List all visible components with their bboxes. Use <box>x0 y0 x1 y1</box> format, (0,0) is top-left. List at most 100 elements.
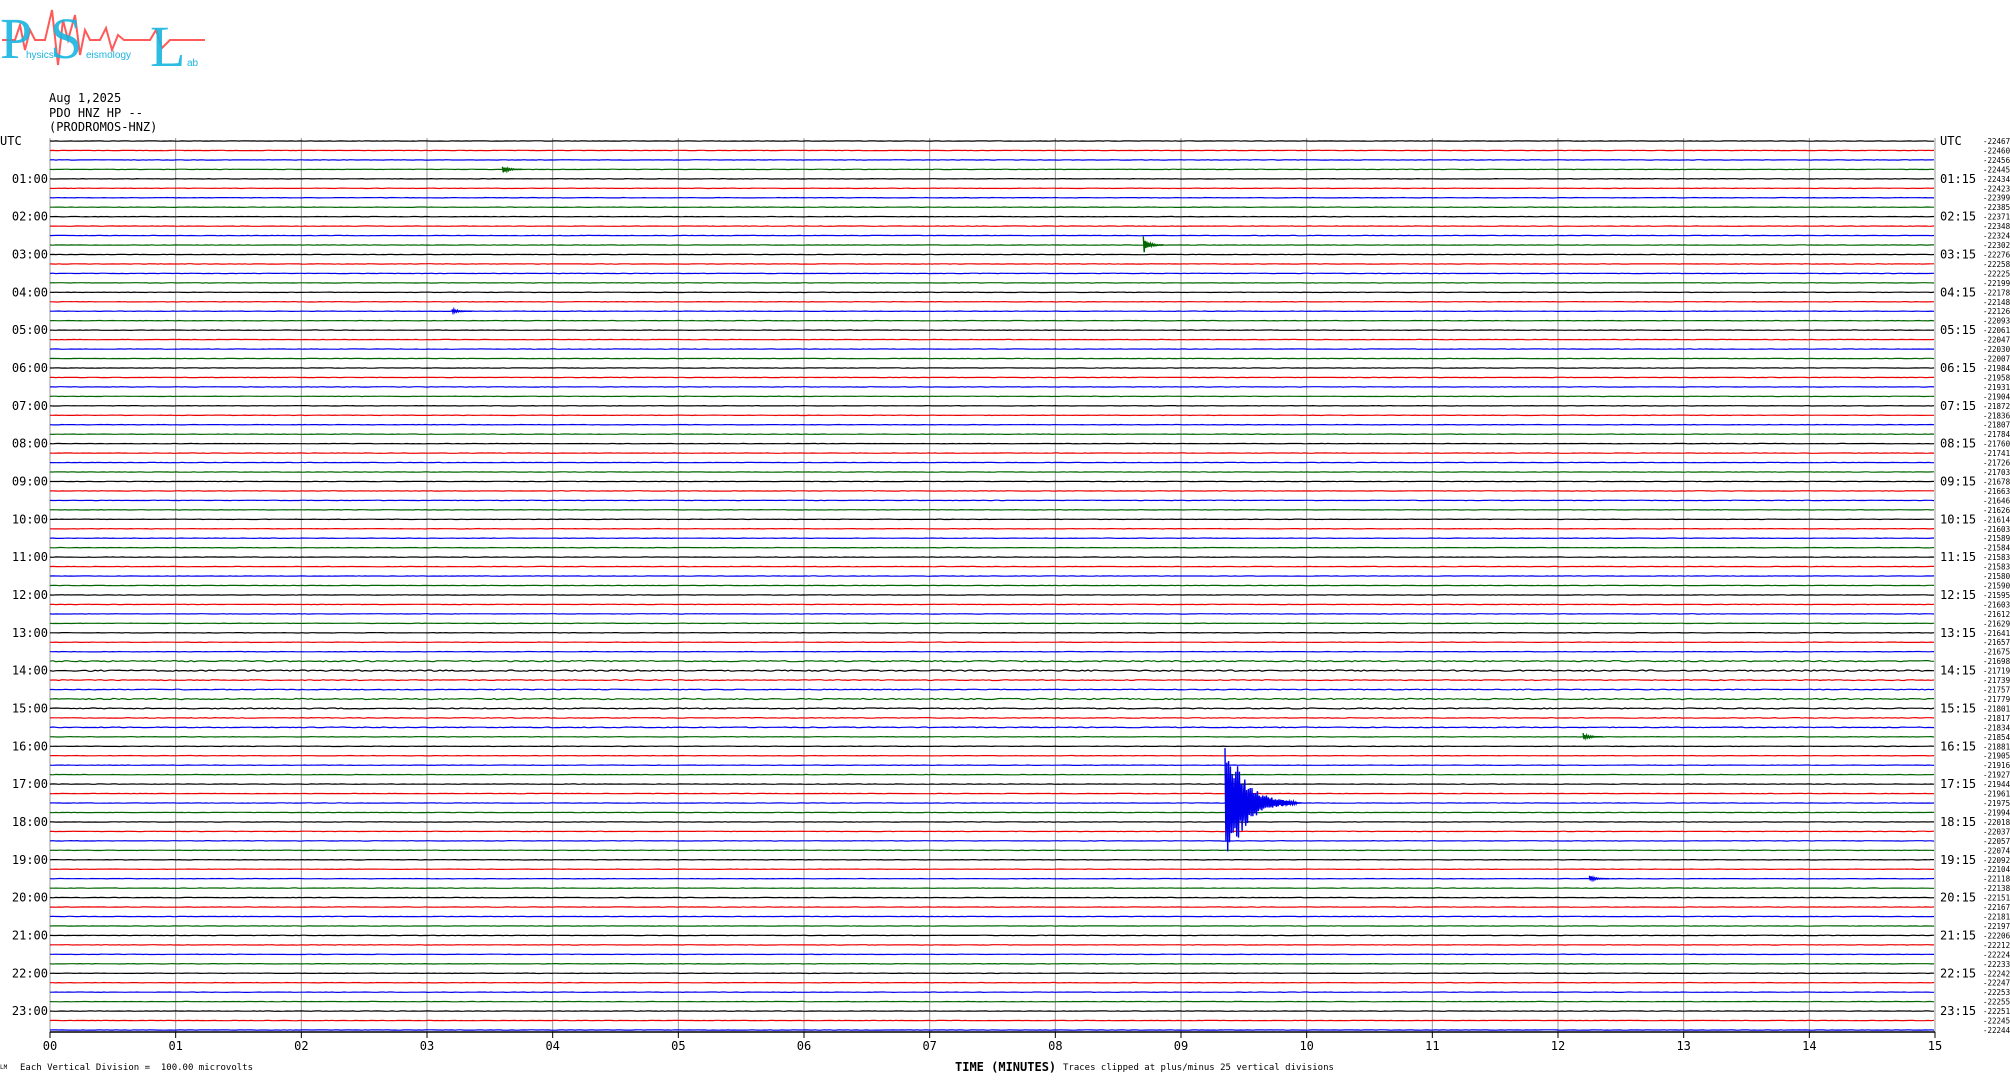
hour-label-left: 14:00 <box>12 664 48 678</box>
x-tick-label: 07 <box>922 1039 936 1053</box>
trace-line <box>49 508 1935 511</box>
line-offset-label: -22324 <box>1983 232 2010 241</box>
line-offset-label: -22225 <box>1983 269 2010 278</box>
line-offset-label: -22251 <box>1983 1007 2010 1016</box>
hour-label-right: 21:15 <box>1940 928 1976 942</box>
trace-line <box>49 679 1935 682</box>
x-tick-label: 11 <box>1425 1039 1439 1053</box>
line-offset-label: -22178 <box>1983 288 2010 297</box>
line-offset-label: -21629 <box>1983 619 2010 628</box>
hour-label-right: 10:15 <box>1940 512 1976 526</box>
seismic-traces <box>49 140 1935 1031</box>
line-offset-label: -21836 <box>1983 411 2010 420</box>
line-offset-label: -22197 <box>1983 922 2010 931</box>
hour-label-right: 20:15 <box>1940 891 1976 905</box>
x-tick-label: 12 <box>1551 1039 1565 1053</box>
line-offset-label: -21583 <box>1983 563 2010 572</box>
line-offset-label: -21916 <box>1983 761 2010 770</box>
line-offset-label: -22224 <box>1983 950 2010 959</box>
line-offset-label: -22037 <box>1983 827 2010 836</box>
line-offset-label: -22456 <box>1983 156 2010 165</box>
line-offset-label: -21657 <box>1983 638 2010 647</box>
hour-label-right: 01:15 <box>1940 172 1976 186</box>
hour-label-right: 03:15 <box>1940 247 1976 261</box>
line-offset-label: -22181 <box>1983 913 2010 922</box>
line-offset-label: -22302 <box>1983 241 2010 250</box>
line-offset-label: -22467 <box>1983 137 2010 146</box>
x-tick-label: 14 <box>1802 1039 1816 1053</box>
line-offset-label: -21807 <box>1983 421 2010 430</box>
line-offset-label: -21881 <box>1983 742 2010 751</box>
line-offset-label: -22233 <box>1983 960 2010 969</box>
trace-line <box>49 1019 1935 1022</box>
hour-label-right: 06:15 <box>1940 361 1976 375</box>
hour-label-right: 02:15 <box>1940 210 1976 224</box>
line-offset-label: -22118 <box>1983 875 2010 884</box>
line-offset-label: -22247 <box>1983 979 2010 988</box>
trace-line <box>49 527 1935 530</box>
line-offset-label: -21626 <box>1983 506 2010 515</box>
line-offset-label: -21726 <box>1983 459 2010 468</box>
line-offset-label: -21854 <box>1983 733 2010 742</box>
line-offset-label: -21663 <box>1983 487 2010 496</box>
line-offset-label: -22242 <box>1983 969 2010 978</box>
hour-label-left: 07:00 <box>12 399 48 413</box>
trace-line <box>49 726 1935 729</box>
hour-label-left: 09:00 <box>12 474 48 488</box>
line-offset-label: -21589 <box>1983 534 2010 543</box>
line-offset-label: -21931 <box>1983 383 2010 392</box>
hour-label-left: 11:00 <box>12 550 48 564</box>
line-offset-label: -21580 <box>1983 572 2010 581</box>
trace-line <box>49 149 1935 152</box>
trace-line <box>49 329 1935 332</box>
line-offset-label: -22399 <box>1983 194 2010 203</box>
line-offset-label: -21595 <box>1983 591 2010 600</box>
hour-label-right: 22:15 <box>1940 966 1976 980</box>
line-offset-label: -21719 <box>1983 667 2010 676</box>
line-offset-label: -21961 <box>1983 790 2010 799</box>
hour-label-right: 12:15 <box>1940 588 1976 602</box>
seismic-event <box>1582 732 1604 741</box>
line-offset-label: -22007 <box>1983 355 2010 364</box>
line-offset-label: -21741 <box>1983 449 2010 458</box>
trace-line <box>49 659 1935 663</box>
line-offset-label: -22047 <box>1983 336 2010 345</box>
line-offset-label: -21927 <box>1983 771 2010 780</box>
hour-label-right: 17:15 <box>1940 777 1976 791</box>
seismic-event <box>1142 236 1164 253</box>
line-offset-label: -22371 <box>1983 213 2010 222</box>
trace-line <box>49 716 1935 719</box>
x-tick-label: 04 <box>545 1039 559 1053</box>
trace-line <box>50 461 1935 464</box>
line-offset-label: -21975 <box>1983 799 2010 808</box>
line-offset-label: -22199 <box>1983 279 2010 288</box>
line-offset-label: -22258 <box>1983 260 2010 269</box>
hour-label-right: 23:15 <box>1940 1004 1976 1018</box>
line-offset-label: -22434 <box>1983 175 2010 184</box>
hour-label-right: 09:15 <box>1940 474 1976 488</box>
x-tick-label: 15 <box>1928 1039 1942 1053</box>
trace-line <box>49 594 1934 596</box>
hour-label-right: 04:15 <box>1940 285 1976 299</box>
hour-label-left: 10:00 <box>12 512 48 526</box>
left-mark: LM <box>0 1064 8 1071</box>
line-offset-label: -21944 <box>1983 780 2010 789</box>
seismic-event <box>501 166 523 174</box>
vertical-division-note: Each Vertical Division = 100.00 microvol… <box>20 1063 253 1073</box>
trace-line <box>50 906 1935 908</box>
line-offset-label: -21590 <box>1983 582 2010 591</box>
line-offset-label: -21801 <box>1983 704 2010 713</box>
line-offset-label: -22018 <box>1983 818 2010 827</box>
line-offset-label: -22348 <box>1983 222 2010 231</box>
x-tick-label: 06 <box>797 1039 811 1053</box>
hour-label-right: 19:15 <box>1940 853 1976 867</box>
hour-label-right: 16:15 <box>1940 739 1976 753</box>
line-offset-label: -21739 <box>1983 676 2010 685</box>
line-offset-label: -21817 <box>1983 714 2010 723</box>
line-offset-label: -22445 <box>1983 165 2010 174</box>
line-offset-label: -22074 <box>1983 846 2010 855</box>
line-offset-label: -21834 <box>1983 723 2010 732</box>
line-offset-label: -21614 <box>1983 515 2010 524</box>
hour-label-right: 11:15 <box>1940 550 1976 564</box>
line-offset-label: -22460 <box>1983 146 2010 155</box>
